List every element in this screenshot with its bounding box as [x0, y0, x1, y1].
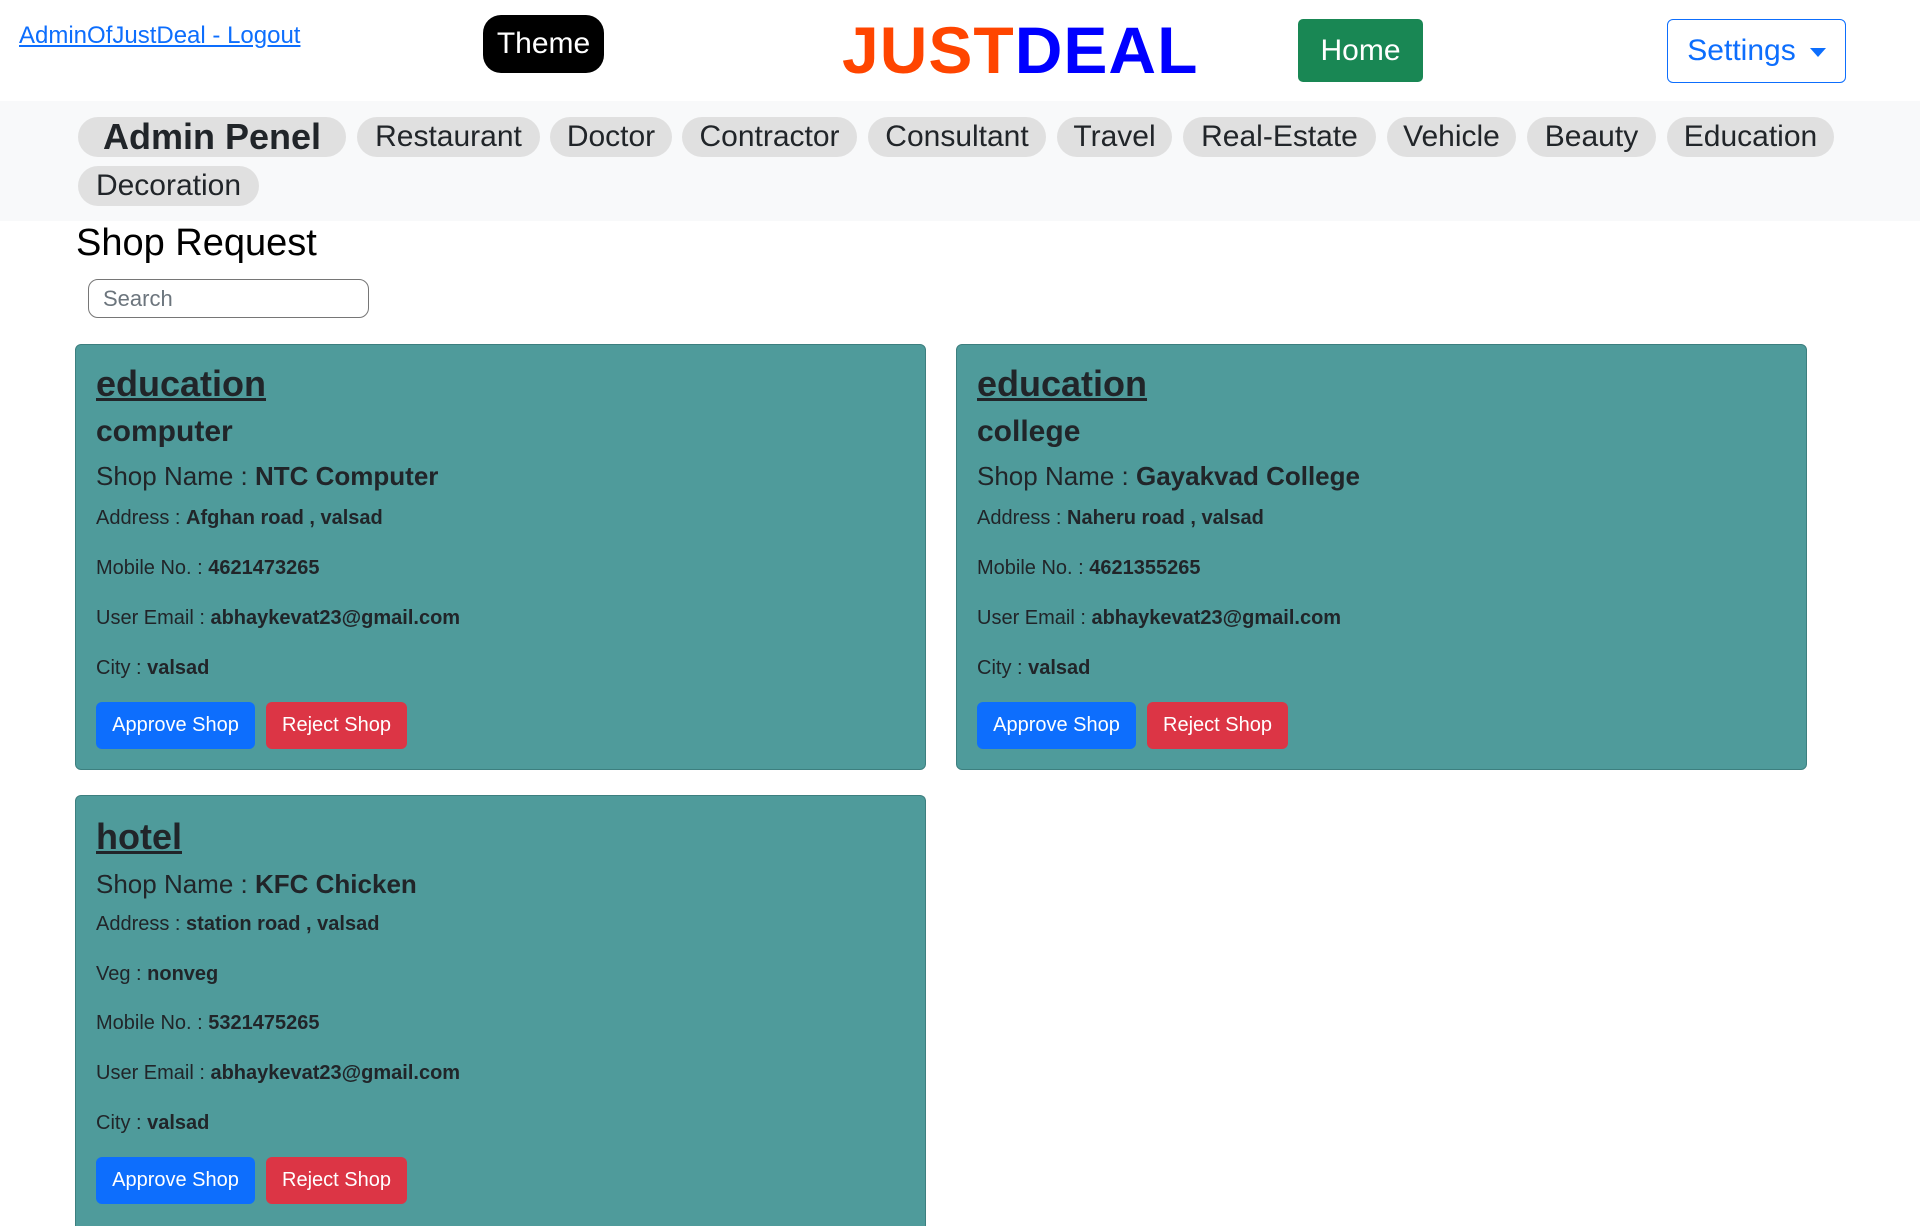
card-subcategory: computer: [96, 415, 233, 448]
card-city: City : valsad: [96, 657, 210, 679]
shop-request-card: hotel Shop Name : KFC Chicken Address : …: [75, 795, 926, 1226]
brand-just: JUST: [842, 13, 1015, 87]
approve-shop-button[interactable]: Approve Shop: [96, 1157, 255, 1204]
nav-item-admin-penel[interactable]: Admin Penel: [78, 116, 346, 157]
card-email: User Email : abhaykevat23@gmail.com: [96, 1062, 461, 1084]
theme-button[interactable]: Theme: [483, 15, 604, 73]
nav-item-vehicle[interactable]: Vehicle: [1387, 117, 1516, 157]
nav-item-restaurant[interactable]: Restaurant: [357, 117, 540, 157]
reject-shop-button[interactable]: Reject Shop: [1147, 702, 1288, 749]
nav-item-real-estate[interactable]: Real-Estate: [1183, 117, 1376, 157]
nav-item-contractor[interactable]: Contractor: [682, 117, 857, 157]
card-category[interactable]: education: [96, 363, 266, 405]
nav-item-beauty[interactable]: Beauty: [1527, 117, 1656, 157]
card-veg: Veg : nonveg: [96, 963, 219, 985]
brand-deal: DEAL: [1014, 13, 1199, 87]
card-email: User Email : abhaykevat23@gmail.com: [977, 607, 1342, 629]
nav-item-doctor[interactable]: Doctor: [550, 117, 672, 157]
approve-shop-button[interactable]: Approve Shop: [977, 702, 1136, 749]
settings-dropdown[interactable]: Settings: [1667, 19, 1846, 83]
top-bar: AdminOfJustDeal - Logout Theme JUSTDEAL …: [0, 0, 1920, 101]
shop-request-card: education college Shop Name : Gayakvad C…: [956, 344, 1807, 770]
approve-shop-button[interactable]: Approve Shop: [96, 702, 255, 749]
brand-logo: JUSTDEAL: [842, 10, 1198, 90]
shop-request-card: education computer Shop Name : NTC Compu…: [75, 344, 926, 770]
card-category[interactable]: hotel: [96, 816, 182, 858]
page-title: Shop Request: [76, 222, 317, 264]
chevron-down-icon: [1809, 47, 1826, 57]
nav-item-consultant[interactable]: Consultant: [868, 117, 1046, 157]
card-address: Address : Afghan road , valsad: [96, 507, 383, 529]
card-subcategory: college: [977, 415, 1081, 448]
nav-item-travel[interactable]: Travel: [1057, 117, 1172, 157]
card-shop-name: Shop Name : KFC Chicken: [96, 869, 417, 899]
card-mobile: Mobile No. : 4621355265: [977, 557, 1201, 579]
card-category[interactable]: education: [977, 363, 1147, 405]
reject-shop-button[interactable]: Reject Shop: [266, 702, 407, 749]
nav-item-education[interactable]: Education: [1667, 117, 1834, 157]
card-shop-name: Shop Name : Gayakvad College: [977, 461, 1360, 491]
card-address: Address : station road , valsad: [96, 913, 380, 935]
category-nav: Admin Penel Restaurant Doctor Contractor…: [0, 101, 1920, 221]
home-button[interactable]: Home: [1298, 19, 1423, 82]
reject-shop-button[interactable]: Reject Shop: [266, 1157, 407, 1204]
nav-item-decoration[interactable]: Decoration: [78, 166, 259, 206]
settings-label: Settings: [1687, 34, 1796, 67]
logout-link[interactable]: AdminOfJustDeal - Logout: [19, 22, 300, 50]
card-city: City : valsad: [96, 1112, 210, 1134]
card-email: User Email : abhaykevat23@gmail.com: [96, 607, 461, 629]
card-shop-name: Shop Name : NTC Computer: [96, 461, 439, 491]
card-mobile: Mobile No. : 4621473265: [96, 557, 320, 579]
card-address: Address : Naheru road , valsad: [977, 507, 1264, 529]
card-mobile: Mobile No. : 5321475265: [96, 1012, 320, 1034]
card-city: City : valsad: [977, 657, 1091, 679]
search-input[interactable]: [88, 279, 369, 318]
